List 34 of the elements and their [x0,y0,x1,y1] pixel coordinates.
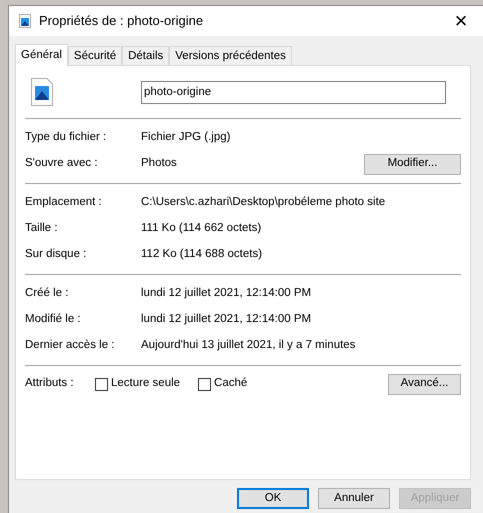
checkbox[interactable] [198,378,212,390]
field-label: Emplacement : [25,195,103,210]
field-value: lundi 12 juillet 2021, 12:14:00 PM [141,286,312,302]
tab[interactable]: Sécurité [68,46,122,65]
field-label: Type du fichier : [25,130,108,146]
dialog-button[interactable]: Annuler [318,488,390,509]
tab[interactable]: Général [15,44,68,66]
field-value: lundi 12 juillet 2021, 12:14:00 PM [141,312,312,328]
field-label: Sur disque : [25,247,88,262]
field-value: Aujourd'hui 13 juillet 2021, il y a 7 minutes [141,338,356,354]
field-value: Fichier JPG (.jpg) [141,130,230,146]
field-value: C:\Users\c.azhari\Desktop\probéleme photo site [141,195,386,210]
field-label: S'ouvre avec : [25,156,99,172]
checkbox[interactable] [95,378,108,390]
field-value: Photos [141,156,177,172]
field-label: Créé le : [25,286,70,302]
file-name-field[interactable]: photo-origine [141,80,446,104]
advanced-button[interactable]: Avancé... [388,374,461,394]
field-label: Dernier accès le : [25,338,116,354]
image-file-icon [31,78,53,106]
tab[interactable]: Détails [122,46,170,65]
field-label: Modifié le : [25,312,82,328]
checkbox-label: Lecture seule [111,376,180,392]
field-value: 112 Ko (114 688 octets) [141,247,262,262]
field-value: 111 Ko (114 662 octets) [141,221,262,236]
checkbox-label: Caché [214,376,248,392]
tab[interactable]: Versions précédentes [169,46,292,65]
dialog-button[interactable]: OK [237,488,309,509]
change-button[interactable]: Modifier... [364,154,461,174]
close-button[interactable]: × [439,6,483,36]
attributes-label: Attributs : [25,376,75,392]
field-label: Taille : [25,221,59,236]
image-file-icon [19,14,31,28]
window-title: Propriétés de : photo-origine [39,12,204,30]
